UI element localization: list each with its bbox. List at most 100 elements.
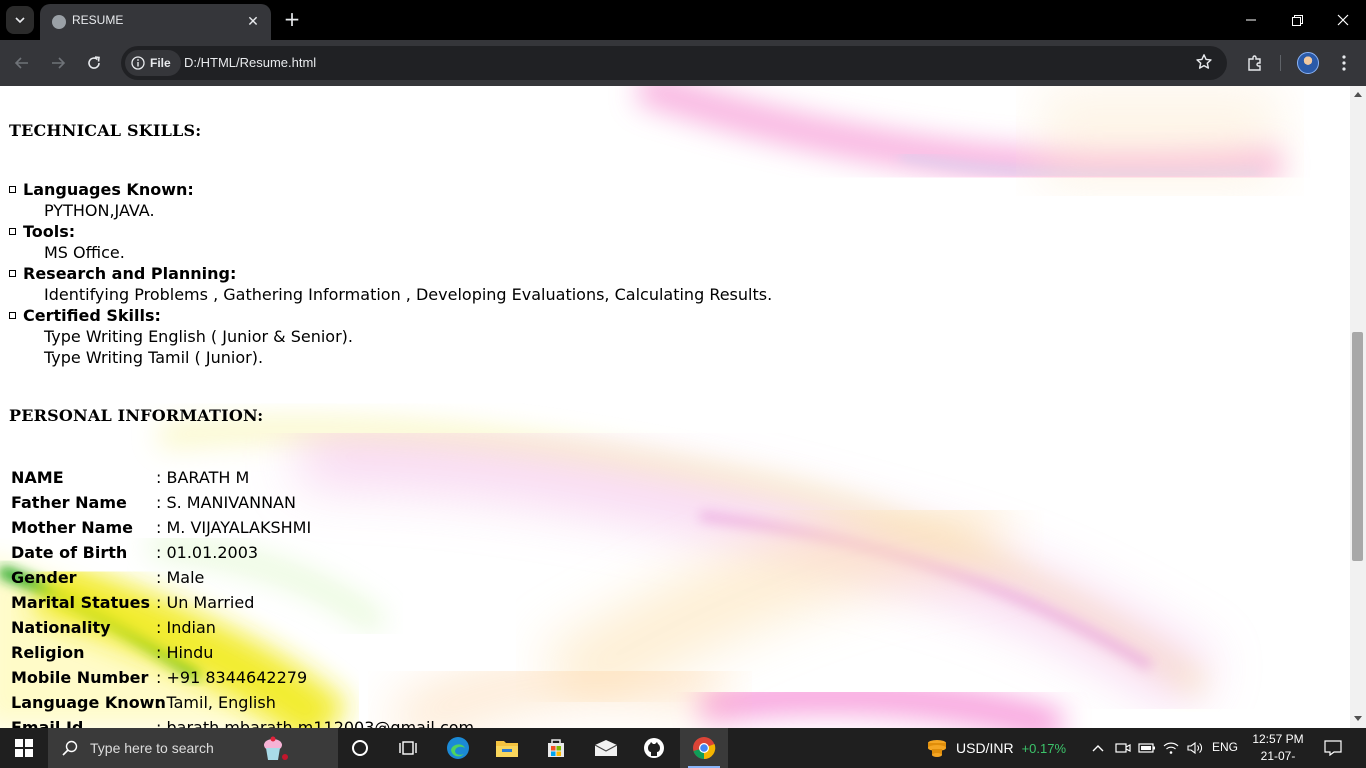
volume-icon[interactable]: [1185, 738, 1205, 758]
mail-icon: [594, 740, 618, 756]
square-bullet-icon: [9, 186, 16, 193]
input-language-indicator[interactable]: ENG: [1212, 740, 1238, 754]
minimize-button[interactable]: [1228, 0, 1274, 40]
puzzle-icon: [1248, 55, 1261, 71]
taskbar: Type here to search USD/INR +0.17% ENG 1…: [0, 728, 1366, 768]
microsoft-store-app[interactable]: [532, 728, 580, 768]
browser-toolbar: File D:/HTML/Resume.html: [0, 40, 1366, 86]
mail-app[interactable]: [582, 728, 630, 768]
chevron-down-icon: [15, 17, 25, 24]
info-value: : Hindu: [156, 643, 214, 662]
active-tab[interactable]: RESUME ✕: [40, 4, 271, 40]
show-hidden-icons-button[interactable]: [1088, 738, 1108, 758]
info-label: Father Name: [11, 493, 127, 512]
skill-item-research: Research and Planning:: [9, 264, 236, 283]
info-value: : M. VIJAYALAKSHMI: [156, 518, 312, 537]
scroll-up-arrow-icon[interactable]: [1354, 92, 1362, 97]
url-text[interactable]: D:/HTML/Resume.html: [184, 55, 316, 70]
cupcake-icon: [263, 736, 288, 760]
clock-time: 12:57 PM: [1252, 732, 1304, 746]
page-viewport: TECHNICAL SKILLS: Languages Known: PYTHO…: [0, 86, 1350, 728]
system-clock[interactable]: 12:57 PM 21-07-2024: [1248, 731, 1308, 768]
personal-information-heading: PERSONAL INFORMATION:: [9, 406, 264, 425]
edge-app[interactable]: [434, 728, 482, 768]
cortana-button[interactable]: [336, 728, 384, 768]
search-placeholder: Type here to search: [90, 740, 214, 756]
meet-now-icon[interactable]: [1113, 738, 1133, 758]
site-info-chip[interactable]: File: [125, 50, 181, 76]
cortana-circle-icon: [352, 740, 368, 756]
profile-avatar[interactable]: [1297, 52, 1319, 74]
github-desktop-app[interactable]: [630, 728, 678, 768]
info-label: Mother Name: [11, 518, 133, 537]
windows-logo-icon: [15, 739, 33, 757]
square-bullet-icon: [9, 228, 16, 235]
info-value: : BARATH M: [156, 468, 250, 487]
info-value[interactable]: : barath.mbarath.m112003@gmail.com: [156, 718, 474, 728]
chrome-icon: [693, 737, 716, 760]
file-explorer-app[interactable]: [483, 728, 531, 768]
clock-date: 21-07-2024: [1260, 749, 1296, 768]
task-view-button[interactable]: [384, 728, 432, 768]
arrow-left-icon: [14, 57, 28, 69]
reload-button[interactable]: [82, 51, 106, 75]
info-label: NAME: [11, 468, 64, 487]
start-button[interactable]: [0, 728, 48, 768]
notification-icon: [1324, 740, 1342, 756]
coins-icon: [928, 740, 946, 757]
skill-item-tools: Tools:: [9, 222, 75, 241]
wifi-icon[interactable]: [1161, 738, 1181, 758]
info-value: : S. MANIVANNAN: [156, 493, 296, 512]
new-tab-button[interactable]: +: [280, 8, 304, 32]
extensions-button[interactable]: [1243, 51, 1267, 75]
skill-title: Tools:: [23, 222, 76, 241]
skill-item-languages: Languages Known:: [9, 180, 194, 199]
info-label: Date of Birth: [11, 543, 128, 562]
restore-icon: [1291, 14, 1303, 26]
site-chip-label: File: [150, 56, 171, 70]
reload-icon: [88, 56, 100, 69]
vertical-scrollbar[interactable]: [1350, 86, 1366, 728]
info-value: : Un Married: [156, 593, 255, 612]
tab-title: RESUME: [72, 13, 124, 27]
info-value: : Indian: [156, 618, 216, 637]
info-label: Gender: [11, 568, 77, 587]
folder-icon: [496, 741, 518, 757]
skill-detail: MS Office.: [44, 243, 125, 262]
close-icon: [1337, 14, 1349, 26]
resume-content: TECHNICAL SKILLS: Languages Known: PYTHO…: [0, 86, 1350, 728]
battery-icon[interactable]: [1137, 738, 1157, 758]
globe-icon: [52, 15, 66, 29]
info-label: Language Known: [11, 693, 166, 712]
info-icon: [131, 56, 145, 70]
notifications-button[interactable]: [1323, 738, 1343, 758]
scroll-down-arrow-icon[interactable]: [1354, 716, 1362, 721]
scrollbar-thumb[interactable]: [1352, 332, 1363, 561]
tab-search-button[interactable]: [6, 6, 34, 34]
star-icon: [1196, 54, 1212, 69]
taskbar-search-box[interactable]: Type here to search: [48, 728, 338, 768]
restore-button[interactable]: [1274, 0, 1320, 40]
bookmark-button[interactable]: [1195, 53, 1215, 73]
info-label: Religion: [11, 643, 85, 662]
back-button[interactable]: [10, 51, 34, 75]
chrome-app[interactable]: [680, 728, 728, 768]
forward-button[interactable]: [46, 51, 70, 75]
address-bar[interactable]: File D:/HTML/Resume.html: [121, 46, 1227, 80]
square-bullet-icon: [9, 312, 16, 319]
ticker-change: +0.17%: [1021, 740, 1067, 756]
skill-detail: Type Writing Tamil ( Junior).: [44, 348, 264, 367]
stock-ticker-widget[interactable]: USD/INR +0.17%: [926, 728, 1066, 768]
skill-title: Certified Skills:: [23, 306, 161, 325]
close-tab-icon[interactable]: ✕: [243, 12, 263, 32]
speaker-icon: [1187, 741, 1202, 755]
minimize-icon: [1246, 19, 1256, 21]
menu-button[interactable]: [1332, 51, 1356, 75]
skill-detail: Identifying Problems , Gathering Informa…: [44, 285, 773, 304]
skill-title: Languages Known:: [23, 180, 194, 199]
square-bullet-icon: [9, 270, 16, 277]
github-icon: [644, 738, 664, 758]
store-icon: [548, 739, 564, 757]
ticker-label: USD/INR: [956, 740, 1014, 756]
close-window-button[interactable]: [1320, 0, 1366, 40]
